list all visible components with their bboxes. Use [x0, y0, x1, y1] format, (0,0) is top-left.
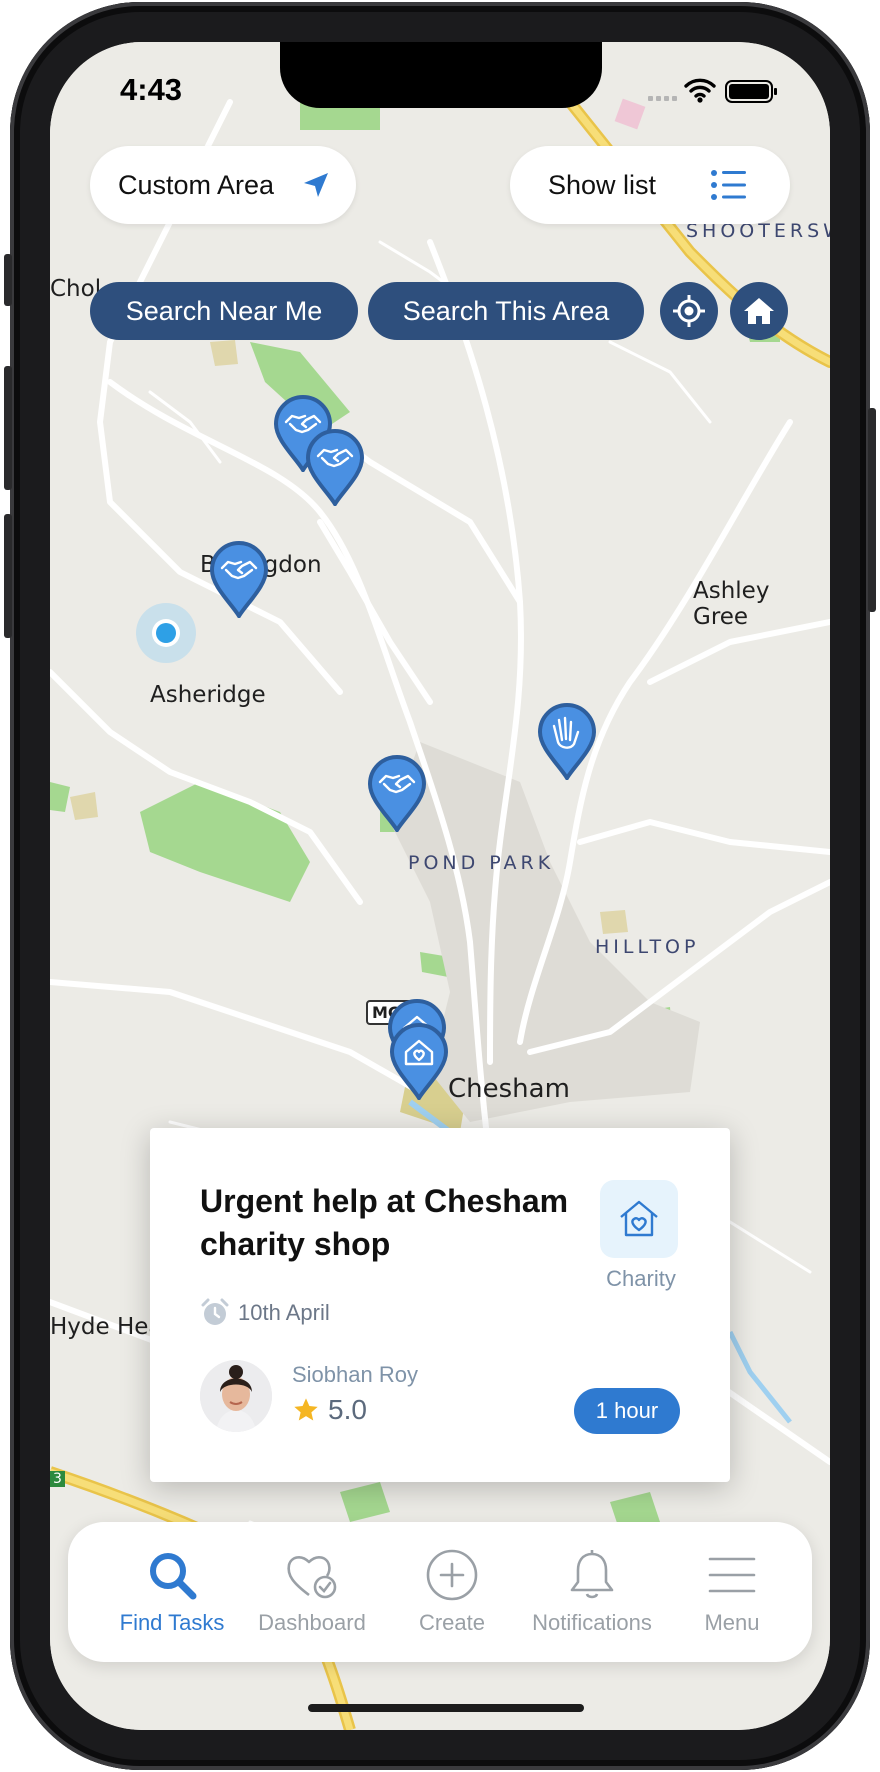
tab-label: Menu	[704, 1610, 760, 1635]
crosshair-icon	[673, 295, 705, 327]
volume-up-button	[4, 366, 12, 490]
avatar-image	[200, 1360, 272, 1432]
tab-label: Find Tasks	[119, 1610, 225, 1635]
search-this-area-button[interactable]: Search This Area	[368, 282, 644, 340]
tab-label: Notifications	[532, 1610, 652, 1635]
map-label-road-shield: 3	[50, 1471, 65, 1487]
plus-circle-icon	[426, 1549, 478, 1601]
task-title: Urgent help at Chesham charity shop	[200, 1183, 569, 1262]
status-icons	[648, 78, 777, 103]
search-near-me-button[interactable]: Search Near Me	[90, 282, 358, 340]
map-pin-handshake[interactable]	[304, 428, 366, 508]
map-label-asheridge: Asheridge	[150, 682, 266, 708]
home-indicator[interactable]	[308, 1704, 584, 1712]
search-icon	[150, 1553, 197, 1600]
power-button	[868, 408, 876, 612]
user-rating: 5.0	[292, 1394, 367, 1426]
tab-label: Create	[418, 1610, 486, 1635]
map-pin-handshake[interactable]	[366, 754, 428, 834]
map-pin-charity[interactable]	[388, 1022, 450, 1102]
map-label-chesham: Chesham	[448, 1074, 570, 1104]
tab-notifications[interactable]: Notifications	[522, 1544, 662, 1636]
notch	[280, 42, 602, 108]
my-location-button[interactable]	[660, 282, 718, 340]
map-pin-waving-hand[interactable]	[536, 702, 598, 782]
status-time: 4:43	[120, 72, 183, 107]
alarm-clock-icon	[201, 1298, 229, 1325]
tab-find-tasks[interactable]: Find Tasks	[102, 1544, 242, 1636]
task-date: 10th April	[238, 1300, 330, 1325]
location-arrow-icon	[304, 173, 328, 197]
map-label-hyde-heath: Hyde Hea	[50, 1314, 163, 1340]
home-location-button[interactable]	[730, 282, 788, 340]
screen: Chol SHOOTERSW Bellingdon Ashley Gree As…	[50, 42, 830, 1730]
tab-label: Dashboard	[258, 1610, 366, 1635]
user-name: Siobhan Roy	[292, 1362, 418, 1387]
heart-check-icon	[287, 1556, 337, 1599]
tab-dashboard[interactable]: Dashboard	[242, 1544, 382, 1636]
home-icon	[744, 298, 774, 324]
bell-icon	[570, 1550, 614, 1599]
search-this-area-label: Search This Area	[402, 295, 610, 326]
custom-area-label: Custom Area	[118, 169, 275, 200]
rating-value: 5.0	[328, 1394, 367, 1425]
tab-menu[interactable]: Menu	[662, 1544, 802, 1636]
category-label: Charity	[606, 1266, 676, 1291]
task-card[interactable]: Urgent help at Chesham charity shop Char…	[150, 1128, 730, 1482]
avatar	[200, 1360, 272, 1432]
volume-down-button	[4, 514, 12, 638]
show-list-label: Show list	[548, 169, 657, 200]
map-pin-handshake[interactable]	[208, 540, 270, 620]
battery-icon	[725, 80, 777, 103]
show-list-button[interactable]: Show list	[510, 146, 790, 224]
charity-house-icon	[620, 1200, 658, 1237]
map-label-hilltop: HILLTOP	[595, 936, 700, 958]
list-icon	[711, 170, 746, 200]
cellular-signal-icon	[648, 96, 677, 101]
tab-create[interactable]: Create	[382, 1544, 522, 1636]
task-date-row: 10th April	[200, 1298, 330, 1328]
custom-area-button[interactable]: Custom Area	[90, 146, 356, 224]
mute-switch	[4, 254, 12, 306]
map-label-pond-park: POND PARK	[408, 852, 555, 874]
hamburger-icon	[708, 1557, 756, 1593]
wifi-icon	[684, 78, 716, 98]
map-label-ashley-green: Ashley Gree	[693, 578, 770, 630]
tab-bar: Find Tasks Dashboard Create Notification…	[68, 1522, 812, 1662]
search-near-me-label: Search Near Me	[125, 295, 323, 326]
star-icon	[294, 1398, 318, 1421]
category-badge	[600, 1180, 678, 1258]
duration-badge: 1 hour	[574, 1388, 680, 1434]
